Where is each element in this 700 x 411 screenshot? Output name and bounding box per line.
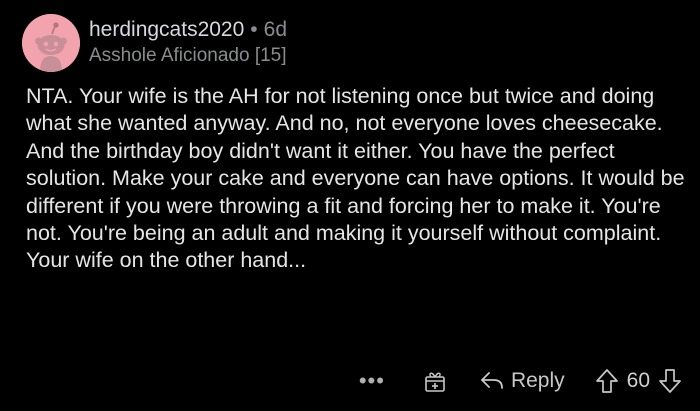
downvote-arrow-icon: [659, 369, 681, 393]
comment-body: NTA. Your wife is the AH for not listeni…: [26, 83, 686, 275]
comment-text: NTA. Your wife is the AH for not listeni…: [26, 84, 685, 273]
separator-dot: •: [250, 18, 258, 41]
username[interactable]: herdingcats2020: [89, 18, 244, 41]
upvote-button[interactable]: [595, 368, 619, 394]
upvote-arrow-icon: [595, 369, 618, 393]
award-button[interactable]: [423, 369, 447, 393]
comment-action-bar: ••• Reply 60: [359, 364, 682, 398]
comment-meta: herdingcats2020 • 6d Asshole Aficionado [1…: [89, 16, 287, 68]
vote-count: 60: [626, 369, 650, 392]
reply-button[interactable]: Reply: [479, 369, 595, 393]
reply-label: Reply: [510, 369, 565, 392]
gift-award-icon: [425, 372, 445, 392]
snoo-avatar-icon: [22, 14, 80, 72]
comment-age: 6d: [263, 18, 288, 41]
user-flair: Asshole Aficionado [15]: [89, 45, 287, 66]
more-options-button[interactable]: •••: [359, 368, 385, 394]
avatar[interactable]: [22, 14, 80, 72]
reply-arrow-icon: [481, 372, 503, 389]
user-row: herdingcats2020 • 6d: [89, 16, 287, 43]
downvote-button[interactable]: [658, 368, 682, 394]
comment-header: herdingcats2020 • 6d Asshole Aficionado [1…: [22, 14, 682, 74]
